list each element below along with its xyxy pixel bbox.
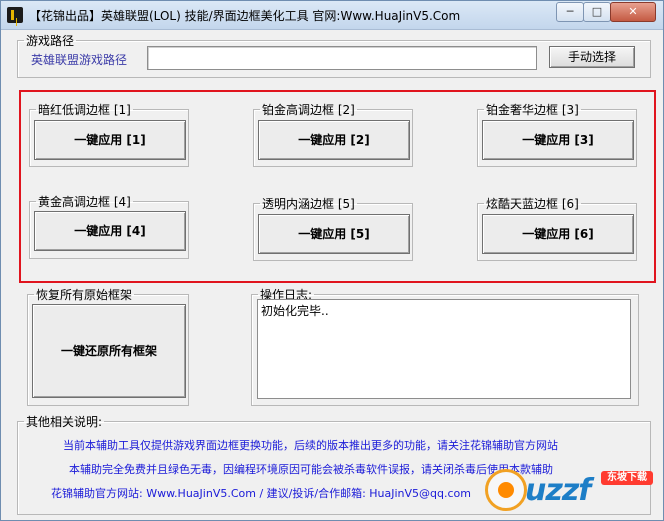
game-path-label: 英雄联盟游戏路径	[31, 53, 128, 67]
window-title: 【花锦出品】英雄联盟(LOL) 技能/界面边框美化工具 官网:Www.HuaJi…	[29, 9, 461, 23]
game-path-legend: 游戏路径	[26, 34, 75, 48]
uzzf-watermark: uzzf 东坡下载	[485, 469, 657, 513]
apply-frame-6-button[interactable]: 一键应用 [6]	[482, 214, 634, 254]
log-textarea[interactable]: 初始化完毕..	[257, 299, 631, 399]
note-line-2: 本辅助完全免费并且绿色无毒，因编程环境原因可能会被杀毒软件误报，请关闭杀毒后使用…	[69, 463, 553, 476]
manual-select-button[interactable]: 手动选择	[549, 46, 635, 68]
apply-frame-5-button[interactable]: 一键应用 [5]	[258, 214, 410, 254]
frame-3-legend: 铂金奢华边框 [3]	[486, 103, 579, 117]
frame-5-legend: 透明内涵边框 [5]	[262, 197, 355, 211]
notes-legend: 其他相关说明:	[26, 415, 103, 429]
apply-frame-2-button[interactable]: 一键应用 [2]	[258, 120, 410, 160]
frame-4-legend: 黄金高调边框 [4]	[38, 195, 131, 209]
restore-all-frames-button[interactable]: 一键还原所有框架	[32, 304, 186, 398]
app-logo-icon	[7, 7, 23, 23]
watermark-logo-icon	[485, 469, 527, 511]
main-window: 【花锦出品】英雄联盟(LOL) 技能/界面边框美化工具 官网:Www.HuaJi…	[0, 0, 664, 521]
apply-frame-4-button[interactable]: 一键应用 [4]	[34, 211, 186, 251]
game-path-input[interactable]	[147, 46, 537, 70]
maximize-button[interactable]: □	[583, 2, 611, 22]
apply-frame-1-button[interactable]: 一键应用 [1]	[34, 120, 186, 160]
frame-2-legend: 铂金高调边框 [2]	[262, 103, 355, 117]
title-bar[interactable]: 【花锦出品】英雄联盟(LOL) 技能/界面边框美化工具 官网:Www.HuaJi…	[1, 1, 663, 30]
frame-6-legend: 炫酷天蓝边框 [6]	[486, 197, 579, 211]
minimize-button[interactable]: ─	[556, 2, 584, 22]
note-line-1: 当前本辅助工具仅提供游戏界面边框更换功能，后续的版本推出更多的功能，请关注花锦辅…	[63, 439, 558, 452]
watermark-badge: 东坡下载	[601, 471, 653, 485]
watermark-text: uzzf	[525, 473, 591, 508]
frame-1-legend: 暗红低调边框 [1]	[38, 103, 131, 117]
close-button[interactable]: ✕	[610, 2, 656, 22]
note-line-3: 花锦辅助官方网站: Www.HuaJinV5.Com / 建议/投诉/合作邮箱:…	[51, 487, 472, 500]
restore-legend: 恢复所有原始框架	[36, 288, 133, 302]
apply-frame-3-button[interactable]: 一键应用 [3]	[482, 120, 634, 160]
